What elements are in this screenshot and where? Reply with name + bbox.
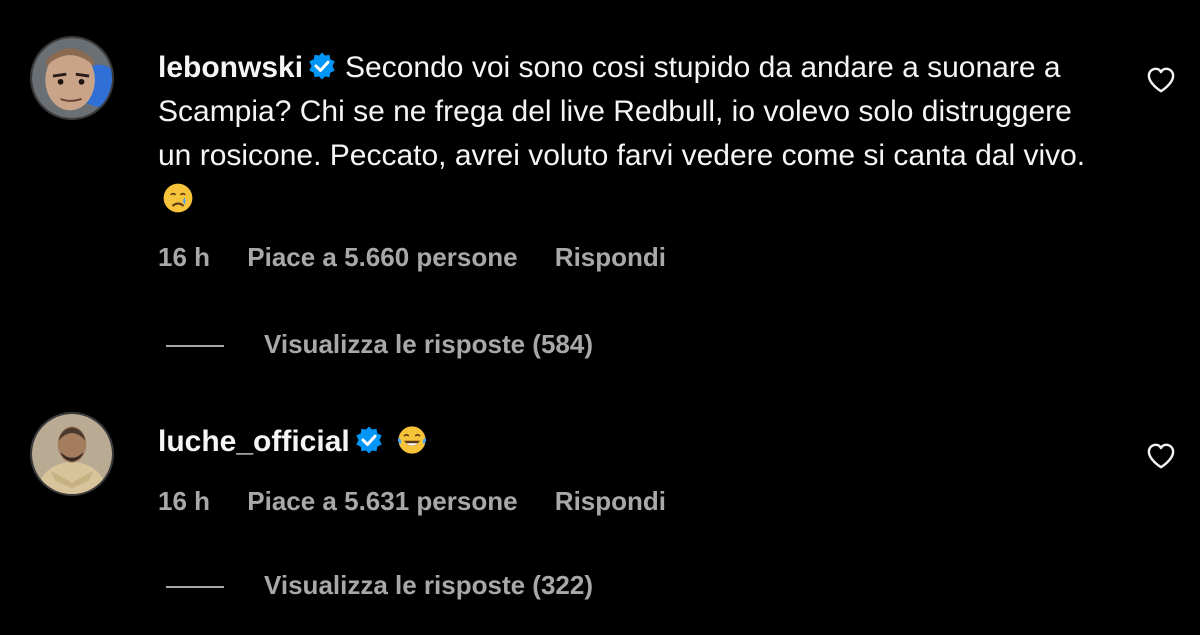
reply-button[interactable]: Rispondi [555, 486, 666, 517]
verified-badge-icon [309, 52, 335, 80]
heart-icon[interactable] [1146, 442, 1176, 470]
avatar-image [32, 414, 112, 494]
comment-time: 16 h [158, 242, 211, 272]
face-with-tears-of-joy-icon [397, 426, 426, 454]
avatar[interactable] [30, 412, 114, 496]
view-replies-label: Visualizza le risposte (322) [264, 570, 593, 600]
username[interactable]: lebonwski [158, 51, 303, 84]
view-replies-button[interactable]: Visualizza le risposte (584) [166, 329, 593, 360]
view-replies-button[interactable]: Visualizza le risposte (322) [166, 570, 593, 601]
comment-body: lebonwski Secondo voi sono cosi stupido … [158, 46, 1088, 222]
username[interactable]: luche_official [158, 425, 350, 458]
divider [166, 586, 224, 589]
likes-count[interactable]: Piace a 5.660 persone [247, 242, 517, 273]
view-replies-label: Visualizza le risposte (584) [264, 329, 593, 359]
likes-count[interactable]: Piace a 5.631 persone [247, 486, 517, 517]
comment-meta: 16 h Piace a 5.660 persone Rispondi [158, 242, 666, 273]
comment-meta: 16 h Piace a 5.631 persone Rispondi [158, 486, 666, 517]
verified-badge-icon [355, 426, 382, 454]
comment-body: luche_official [158, 420, 1088, 464]
avatar[interactable] [30, 36, 114, 120]
heart-icon[interactable] [1146, 66, 1176, 94]
comment-time: 16 h [158, 486, 211, 516]
avatar-image [32, 38, 112, 118]
divider [166, 345, 224, 348]
crying-face-icon [163, 183, 193, 213]
reply-button[interactable]: Rispondi [555, 242, 666, 273]
